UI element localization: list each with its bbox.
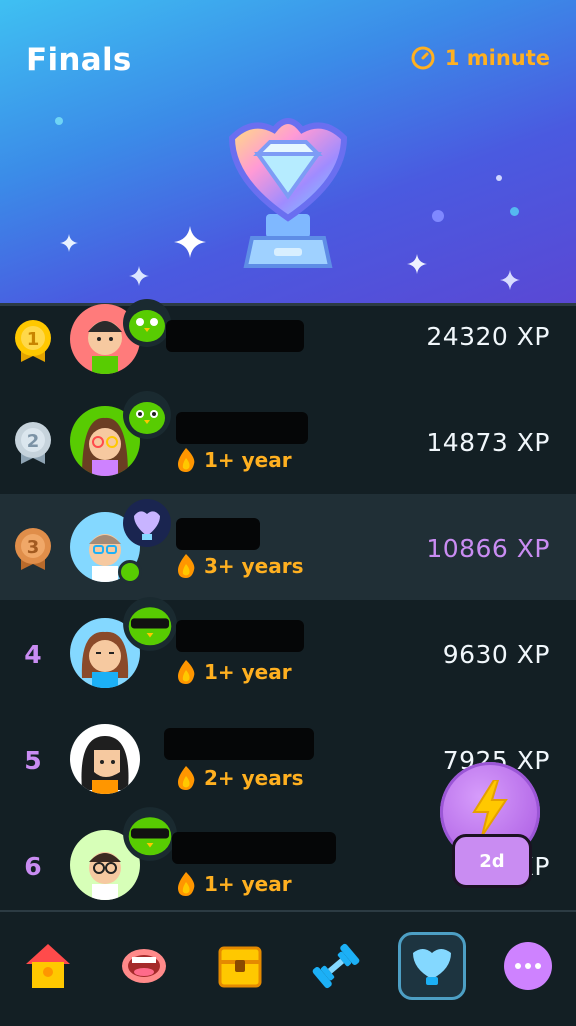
streak-info: 3+ years — [176, 554, 304, 578]
xp-value: 10866 XP — [426, 534, 550, 563]
flame-icon — [178, 872, 195, 896]
xp-value: 9630 XP — [442, 640, 550, 669]
svg-text:3: 3 — [27, 537, 40, 558]
boost-timer-badge[interactable]: 2d — [452, 834, 532, 888]
streak-text: 3+ years — [204, 554, 304, 578]
streak-info: 1+ year — [176, 660, 292, 684]
streak-info: 1+ year — [176, 872, 292, 896]
sparkle-icon — [174, 226, 206, 258]
decor-dot — [510, 207, 519, 216]
xp-value: 24320 XP — [426, 322, 550, 351]
bottom-navigation — [0, 910, 576, 1026]
online-status-indicator — [118, 560, 142, 584]
avatar[interactable] — [70, 724, 140, 794]
sparkle-icon — [500, 270, 520, 290]
svg-text:2: 2 — [27, 431, 40, 452]
silver-medal-icon: 2 — [15, 422, 51, 464]
lightning-icon — [472, 780, 508, 836]
sparkle-icon — [129, 266, 149, 286]
streak-info: 2+ years — [176, 766, 304, 790]
leaderboard-row-4[interactable]: 4 1+ year 9630 XP — [0, 597, 576, 706]
nav-more[interactable] — [496, 934, 560, 998]
sparkle-icon — [60, 234, 78, 252]
username-redacted — [176, 518, 260, 550]
streak-text: 2+ years — [204, 766, 304, 790]
sparkle-icon — [407, 254, 427, 274]
decor-dot — [432, 210, 444, 222]
nav-practice[interactable] — [304, 934, 368, 998]
decor-dot — [496, 175, 502, 181]
house-icon — [26, 944, 70, 988]
gold-medal-icon: 1 — [15, 320, 51, 362]
dumbbell-icon — [312, 943, 360, 989]
owl-badge-icon — [123, 299, 171, 347]
flame-icon — [178, 766, 195, 790]
streak-text: 1+ year — [204, 448, 292, 472]
flame-icon — [178, 660, 195, 684]
flame-icon — [178, 448, 195, 472]
streak-text: 1+ year — [204, 872, 292, 896]
league-header: Finals 1 minute — [0, 0, 576, 304]
leaderboard-row-2[interactable]: 2 1+ year 14873 XP — [0, 388, 576, 494]
bronze-medal-icon: 3 — [15, 528, 51, 570]
rank-number: 4 — [24, 640, 42, 669]
shield-trophy-icon — [413, 949, 451, 985]
clock-icon — [411, 46, 435, 70]
owl-badge-icon — [123, 391, 171, 439]
time-remaining: 1 minute — [411, 46, 550, 70]
mouth-icon — [122, 949, 166, 983]
cool-owl-badge-icon — [123, 807, 177, 861]
flame-icon — [178, 554, 195, 578]
nav-chest[interactable] — [208, 934, 272, 998]
nav-home[interactable] — [16, 934, 80, 998]
username-redacted — [172, 832, 336, 864]
treasure-chest-icon — [218, 946, 262, 988]
nav-speak[interactable] — [112, 934, 176, 998]
decor-dot — [55, 117, 63, 125]
rank-number: 5 — [24, 746, 42, 775]
diamond-trophy-icon — [228, 118, 348, 268]
nav-leagues[interactable] — [398, 932, 466, 1000]
streak-info: 1+ year — [176, 448, 292, 472]
diamond-league-badge-icon — [123, 499, 171, 547]
xp-value: 14873 XP — [426, 428, 550, 457]
page-title: Finals — [26, 42, 132, 78]
svg-text:1: 1 — [27, 329, 40, 350]
leaderboard-row-3-current-user[interactable]: 3 3+ years 10866 XP — [0, 494, 576, 600]
username-redacted — [176, 620, 304, 652]
username-redacted — [176, 412, 308, 444]
rank-number: 6 — [24, 852, 42, 881]
username-redacted — [166, 320, 304, 352]
cool-owl-badge-icon — [123, 597, 177, 651]
streak-text: 1+ year — [204, 660, 292, 684]
more-dots-icon — [504, 942, 552, 990]
username-redacted — [164, 728, 314, 760]
timer-text: 1 minute — [444, 46, 550, 70]
